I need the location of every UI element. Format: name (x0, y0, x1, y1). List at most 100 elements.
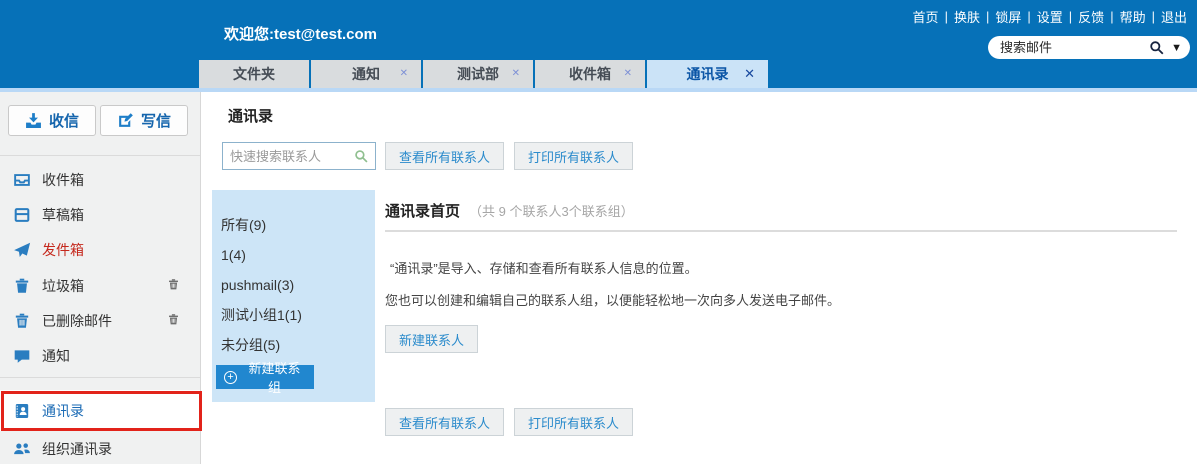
download-icon (25, 112, 42, 129)
mail-search-box: ▼ (988, 36, 1190, 59)
sidebar-item-label: 收件箱 (42, 170, 84, 190)
nav-feedback-link[interactable]: 反馈 (1078, 7, 1104, 26)
sidebar-item-org-contacts[interactable]: 组织通讯录 (0, 431, 200, 464)
sidebar-item-label: 组织通讯录 (42, 439, 112, 459)
header-bar: 首页 | 换肤 | 锁屏 | 设置 | 反馈 | 帮助 | 退出 欢迎您:test@test… (0, 0, 1197, 88)
nav-skin-link[interactable]: 换肤 (954, 7, 980, 26)
group-item-test-team[interactable]: 测试小组1(1) (212, 300, 375, 330)
new-contact-button[interactable]: 新建联系人 (385, 325, 478, 353)
contacts-description-line2: 您也可以创建和编辑自己的联系人组，以便能轻松地一次向多人发送电子邮件。 (385, 290, 1177, 309)
top-nav: 首页 | 换肤 | 锁屏 | 设置 | 反馈 | 帮助 | 退出 (913, 7, 1187, 26)
tab-bar: 文件夹 通知 ✕ 测试部 ✕ 收件箱 ✕ 通讯录 ✕ (199, 60, 768, 88)
webmail-screen: 首页 | 换肤 | 锁屏 | 设置 | 反馈 | 帮助 | 退出 欢迎您:test@test… (0, 0, 1197, 464)
new-contact-group-label: 新建联系组 (243, 358, 306, 396)
section-divider (385, 230, 1177, 232)
sidebar-item-junk[interactable]: 垃圾箱 (0, 268, 200, 303)
welcome-text: 欢迎您:test@test.com (224, 23, 377, 44)
contact-groups-panel: 所有(9) 1(4) pushmail(3) 测试小组1(1) 未分组(5) +… (212, 190, 375, 402)
tab-notifications[interactable]: 通知 ✕ (311, 60, 421, 88)
compose-mail-button[interactable]: 写信 (100, 105, 188, 136)
print-all-contacts-button-bottom[interactable]: 打印所有联系人 (514, 408, 633, 436)
tab-close-icon[interactable]: ✕ (744, 66, 755, 82)
bottom-action-buttons: 查看所有联系人 打印所有联系人 (385, 408, 633, 436)
sidebar-divider (0, 377, 200, 378)
contacts-count-text: （共 9 个联系人3个联系组） (469, 201, 634, 220)
contacts-home-header: 通讯录首页 （共 9 个联系人3个联系组） (385, 200, 1177, 221)
nav-help-link[interactable]: 帮助 (1120, 7, 1146, 26)
nav-separator: | (1027, 9, 1030, 24)
address-book-icon (13, 402, 31, 420)
contacts-home-title: 通讯录首页 (385, 200, 460, 221)
print-all-contacts-button[interactable]: 打印所有联系人 (514, 142, 633, 170)
empty-junk-trash-icon[interactable] (167, 278, 180, 291)
receive-mail-label: 收信 (49, 110, 79, 131)
sidebar-divider (0, 155, 200, 156)
group-item-1[interactable]: 1(4) (212, 240, 375, 270)
nav-home-link[interactable]: 首页 (913, 7, 939, 26)
sidebar-item-drafts[interactable]: 草稿箱 (0, 197, 200, 232)
tab-label: 收件箱 (569, 64, 611, 84)
view-all-contacts-button-bottom[interactable]: 查看所有联系人 (385, 408, 504, 436)
inbox-icon (13, 171, 31, 189)
sidebar-item-inbox[interactable]: 收件箱 (0, 162, 200, 197)
speech-bubble-icon (13, 347, 31, 365)
sidebar-item-label: 通讯录 (42, 401, 84, 421)
quick-search-input[interactable] (230, 149, 354, 164)
contacts-page: 通讯录 查看所有联系人 打印所有联系人 所有(9) 1(4) pushmail(… (201, 92, 1197, 464)
search-icon[interactable] (354, 149, 369, 164)
nav-separator: | (1152, 9, 1155, 24)
sidebar-item-label: 草稿箱 (42, 205, 84, 225)
tab-close-icon[interactable]: ✕ (400, 68, 408, 79)
nav-logout-link[interactable]: 退出 (1161, 7, 1187, 26)
drafts-icon (13, 206, 31, 224)
tab-contacts[interactable]: 通讯录 ✕ (647, 60, 768, 88)
empty-deleted-trash-icon[interactable] (167, 313, 180, 326)
nav-separator: | (945, 9, 948, 24)
tab-label: 测试部 (457, 64, 499, 84)
sidebar: 收信 写信 收件箱 草稿箱 发件箱 (0, 92, 201, 464)
tab-folders[interactable]: 文件夹 (199, 60, 309, 88)
group-item-all[interactable]: 所有(9) (212, 210, 375, 240)
page-title: 通讯录 (228, 105, 273, 126)
top-action-buttons: 查看所有联系人 打印所有联系人 (385, 142, 633, 170)
new-contact-group-button[interactable]: + 新建联系组 (216, 365, 314, 389)
mail-search-input[interactable] (1000, 40, 1149, 55)
contact-group-list: 所有(9) 1(4) pushmail(3) 测试小组1(1) 未分组(5) (212, 190, 375, 360)
quick-search-box (222, 142, 376, 170)
nav-lock-link[interactable]: 锁屏 (995, 7, 1021, 26)
sidebar-item-deleted[interactable]: 已删除邮件 (0, 303, 200, 338)
receive-mail-button[interactable]: 收信 (8, 105, 96, 136)
tab-test-dept[interactable]: 测试部 ✕ (423, 60, 533, 88)
sidebar-item-contacts[interactable]: 通讯录 (0, 390, 200, 431)
compose-icon (117, 112, 134, 129)
nav-separator: | (1069, 9, 1072, 24)
tab-inbox[interactable]: 收件箱 ✕ (535, 60, 645, 88)
sidebar-item-label: 发件箱 (42, 240, 84, 260)
nav-separator: | (986, 9, 989, 24)
paper-plane-icon (13, 241, 31, 259)
tab-close-icon[interactable]: ✕ (512, 68, 520, 79)
tab-label: 通讯录 (687, 64, 729, 84)
search-icon[interactable] (1149, 40, 1165, 56)
compose-mail-label: 写信 (141, 110, 171, 131)
view-all-contacts-button[interactable]: 查看所有联系人 (385, 142, 504, 170)
sidebar-item-sent[interactable]: 发件箱 (0, 232, 200, 267)
trash-icon (13, 277, 31, 295)
search-options-caret-icon[interactable]: ▼ (1171, 42, 1182, 54)
plus-circle-icon: + (224, 371, 237, 384)
contacts-home-section: 通讯录首页 （共 9 个联系人3个联系组） “通讯录”是导入、存储和查看所有联系… (385, 200, 1177, 353)
tab-close-icon[interactable]: ✕ (624, 68, 632, 79)
contacts-description-line1: “通讯录”是导入、存储和查看所有联系人信息的位置。 (390, 258, 1177, 277)
group-item-pushmail[interactable]: pushmail(3) (212, 270, 375, 300)
nav-settings-link[interactable]: 设置 (1037, 7, 1063, 26)
sidebar-item-notifications[interactable]: 通知 (0, 338, 200, 373)
tab-label: 通知 (352, 64, 380, 84)
tab-label: 文件夹 (233, 64, 275, 84)
trash-icon (13, 312, 31, 330)
nav-separator: | (1110, 9, 1113, 24)
sidebar-item-label: 垃圾箱 (42, 276, 84, 296)
sidebar-item-label: 已删除邮件 (42, 311, 112, 331)
people-icon (13, 440, 31, 458)
sidebar-item-label: 通知 (42, 346, 70, 366)
group-item-ungrouped[interactable]: 未分组(5) (212, 330, 375, 360)
